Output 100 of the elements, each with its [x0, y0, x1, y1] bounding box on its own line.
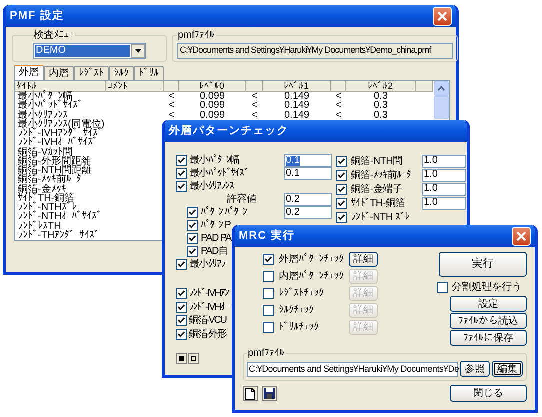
checkbox[interactable]	[176, 302, 187, 313]
checkbox-label[interactable]: 外層ﾊﾟﾀｰﾝﾁｪｯｸ	[279, 252, 344, 267]
filled-square-icon	[179, 356, 184, 361]
header-cell[interactable]	[246, 81, 263, 92]
input-field[interactable]: 1.0	[422, 154, 466, 168]
checkbox[interactable]	[263, 288, 274, 299]
scrollbar[interactable]	[434, 81, 449, 119]
table-cell-text: 0.099	[198, 92, 226, 102]
table-cell-text: 0.3	[373, 101, 389, 110]
input-field[interactable]: C:¥Documents and Settings¥Haruki¥My Documents¥De	[247, 362, 458, 376]
table-cell-text: <	[334, 110, 342, 120]
table-cell-text: 銅箔-Vｶｯﾄ間	[17, 148, 73, 157]
input-field[interactable]: 1.0	[422, 196, 466, 210]
checkbox[interactable]	[263, 271, 274, 282]
close-button[interactable]	[433, 6, 452, 26]
checkbox[interactable]	[176, 155, 187, 166]
checkbox[interactable]	[176, 328, 187, 340]
filled-square-button[interactable]	[176, 353, 187, 364]
scroll-up-icon[interactable]	[434, 81, 449, 96]
header-cell[interactable]	[331, 81, 346, 92]
checkbox[interactable]	[176, 315, 187, 326]
checkbox[interactable]	[336, 156, 347, 166]
button[interactable]: ﾌｧｲﾙから読込	[450, 313, 527, 329]
input-field[interactable]: 0.2	[284, 206, 332, 219]
table-cell-text: <	[168, 101, 176, 110]
checkbox-label[interactable]: 銅箔-NTH間	[351, 154, 403, 168]
button[interactable]: ﾌｧｲﾙに保存	[450, 330, 527, 346]
input-field[interactable]: 1.0	[422, 168, 466, 182]
checkbox[interactable]	[336, 212, 347, 222]
checkbox-label[interactable]: 内層ﾊﾟﾀｰﾝﾁｪｯｸ	[279, 269, 344, 284]
button[interactable]: 詳細	[349, 252, 378, 267]
checkbox[interactable]	[176, 181, 187, 192]
table-cell-text: 0.3	[373, 110, 389, 120]
checkbox-label[interactable]: 最小ｸﾘｱﾗﾝｽ	[190, 179, 234, 194]
input-field[interactable]: 0.1	[284, 167, 332, 180]
table-cell-text: 銅箔-NTH間距離	[17, 166, 93, 176]
checkbox[interactable]	[176, 259, 187, 270]
checkbox-label[interactable]: ﾄﾞﾘﾙﾁｪｯｸ	[279, 320, 344, 335]
dropdown[interactable]: DEMO	[33, 43, 146, 59]
header-cell[interactable]	[164, 81, 179, 92]
button[interactable]: 参照	[460, 361, 490, 377]
checkbox-label[interactable]: ﾗﾝﾄﾞ-NTH ｽﾞﾚ	[351, 210, 410, 224]
checkbox-label[interactable]: 銅箔-金端子	[351, 182, 403, 196]
checkbox[interactable]	[176, 168, 187, 179]
checkbox-label[interactable]: ﾗﾝﾄﾞ-IVHｱﾝ	[189, 286, 228, 302]
checkbox-label[interactable]: ﾚｼﾞｽﾄﾁｪｯｸ	[279, 286, 344, 301]
checkbox[interactable]	[187, 220, 198, 231]
tab[interactable]: ﾄﾞﾘﾙ	[134, 66, 164, 80]
checkbox-label[interactable]: 銅箔-外形	[189, 326, 226, 342]
tab[interactable]: 外層	[14, 65, 44, 80]
header-cell[interactable]: ﾚﾍﾞﾙ2	[346, 81, 416, 92]
checkbox-label[interactable]: ｼﾙｸﾁｪｯｸ	[279, 303, 344, 318]
close-icon	[437, 10, 448, 22]
table-cell-text: 銅箔-外形間距離	[17, 156, 92, 166]
checkbox-label[interactable]: 最小ﾊﾟｯﾄﾞｻｲｽﾞ	[190, 166, 249, 181]
checkbox-label[interactable]: 分割処理を行う	[452, 280, 522, 294]
checkbox-label[interactable]: ﾗﾝﾄﾞ-IVHｵｰ	[189, 300, 228, 315]
checkbox[interactable]	[336, 198, 347, 208]
checkbox-label[interactable]: ﾊﾟﾀｰﾝ P	[201, 218, 231, 233]
checkbox[interactable]	[263, 322, 274, 333]
checkbox[interactable]	[187, 233, 198, 244]
file-path-field[interactable]: C:¥Documents and Settings¥Haruki¥My Documents¥Demo_china.pmf	[177, 43, 453, 59]
header-cell[interactable]: ﾚﾍﾞﾙ0	[179, 81, 246, 92]
new-file-button[interactable]	[243, 386, 258, 401]
checkbox[interactable]	[336, 170, 347, 180]
input-field[interactable]: 1.0	[422, 182, 466, 196]
header-cell[interactable]	[416, 81, 433, 92]
input-field[interactable]: 0.1	[284, 154, 332, 167]
checkbox-label[interactable]: 最小ﾊﾟﾀｰﾝ幅	[190, 153, 240, 168]
button[interactable]: 設定	[450, 296, 527, 312]
checkbox[interactable]	[336, 184, 347, 194]
tab[interactable]: ﾚｼﾞｽﾄ	[74, 66, 109, 80]
group-label: pmfﾌｧｲﾙ	[177, 29, 216, 43]
checkbox-label[interactable]: 銅箔-ﾒｯｷ前ﾙｰﾀ	[351, 168, 412, 182]
header-cell[interactable]: ｺﾒﾝﾄ	[106, 81, 164, 92]
header-cell[interactable]: ﾀｲﾄﾙ	[15, 81, 106, 92]
table-cell-text: 銅箔-ﾒｯｷ前ﾙｰﾀ	[17, 175, 82, 184]
button[interactable]: 閉じる	[450, 385, 527, 402]
checkbox[interactable]	[187, 207, 198, 218]
header-cell[interactable]: ﾚﾍﾞﾙ1	[263, 81, 331, 92]
button[interactable]: 編集	[492, 361, 523, 377]
checkbox-label[interactable]: ｻｲﾄﾞTH-銅箔	[351, 196, 406, 210]
checkbox-label[interactable]: ﾊﾟﾀｰﾝ ﾊﾟﾀｰﾝ	[201, 205, 247, 220]
button[interactable]: 実行	[439, 252, 527, 277]
input-field[interactable]: 0.2	[284, 193, 332, 206]
checkbox-label[interactable]: 銅箔-VCU	[189, 313, 226, 328]
close-button[interactable]	[512, 226, 531, 246]
checkbox[interactable]	[263, 254, 274, 265]
checkbox-label[interactable]: 最小ｸﾘｱﾗ	[190, 257, 226, 272]
tab[interactable]: 内層	[44, 66, 74, 80]
checkbox-label[interactable]: PAD自	[201, 244, 228, 259]
checkbox[interactable]	[176, 288, 187, 300]
checkbox[interactable]	[187, 246, 198, 257]
scroll-thumb[interactable]	[434, 96, 449, 119]
checkbox-label[interactable]: PAD PA	[201, 231, 232, 246]
checkbox[interactable]	[263, 305, 274, 316]
save-button[interactable]	[262, 386, 277, 401]
tab[interactable]: ｼﾙｸ	[109, 66, 134, 80]
checkbox[interactable]	[437, 282, 448, 292]
group-label: 検査ﾒﾆｭｰ	[33, 28, 75, 43]
